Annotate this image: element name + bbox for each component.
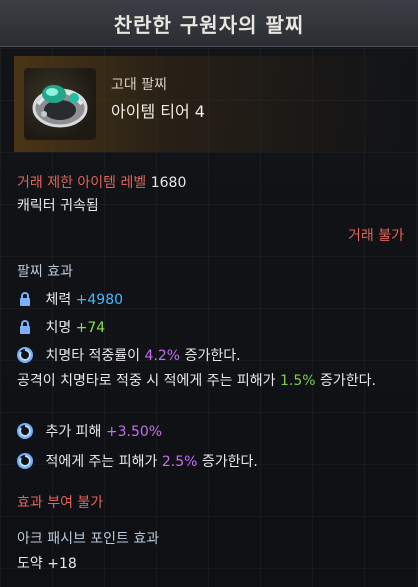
effect-damage-to-enemy: 적에게 주는 피해가 2.5% 증가한다.: [17, 451, 258, 471]
enchant-disabled: 효과 부여 불가: [17, 495, 104, 511]
effect-text: 공격이 치명타로 적중 시 적에게 주는 피해가: [17, 373, 276, 389]
bracelet-icon[interactable]: [24, 68, 96, 140]
trade-status: 거래 불가: [348, 228, 404, 244]
effect-suffix: 증가한다.: [184, 348, 241, 364]
item-header: 고대 팔찌 아이템 티어 4: [14, 56, 410, 152]
stat-row-vitality: 체력 +4980: [17, 289, 123, 309]
item-tooltip: 찬란한 구원자의 팔찌 고대 팔찌 아이템 티어 4 거래 제한 아이템 레벨 …: [0, 0, 418, 587]
lock-icon: [17, 319, 33, 335]
effect-extra-damage: 추가 피해 +3.50%: [17, 421, 162, 441]
effect-value: 4.2%: [144, 348, 181, 364]
trade-level-value: 1680: [150, 175, 187, 191]
effect-suffix: 증가한다.: [320, 373, 377, 389]
effect-text: 치명타 적중률이: [45, 348, 141, 364]
effect-value: 1.5%: [280, 373, 316, 389]
lock-icon: [17, 291, 33, 307]
effect-value: +3.50%: [105, 424, 163, 440]
trade-level-row: 거래 제한 아이템 레벨 1680: [17, 172, 186, 192]
effect-value: 2.5%: [161, 454, 198, 470]
item-tier: 아이템 티어 4: [111, 102, 205, 121]
effect-suffix: 증가한다.: [201, 454, 258, 470]
item-title: 찬란한 구원자의 팔찌: [113, 12, 305, 37]
bound-status: 캐릭터 귀속됨: [17, 198, 99, 214]
trade-level-label: 거래 제한 아이템 레벨: [17, 175, 147, 191]
effect-text: 추가 피해: [45, 424, 102, 440]
swirl-icon: [17, 423, 33, 439]
stat-row-crit: 치명 +74: [17, 317, 105, 337]
item-grade: 고대 팔찌: [111, 77, 167, 93]
stat-value: +74: [75, 320, 106, 336]
effect-crit-damage: 공격이 치명타로 적중 시 적에게 주는 피해가 1.5% 증가한다.: [17, 371, 407, 392]
ark-passive-heading: 아크 패시브 포인트 효과: [17, 531, 160, 547]
stat-name: 치명: [45, 320, 72, 336]
effects-heading: 팔찌 효과: [17, 264, 73, 280]
effect-crit-rate: 치명타 적중률이 4.2% 증가한다.: [17, 345, 241, 365]
title-bar: 찬란한 구원자의 팔찌: [0, 0, 418, 47]
effect-text: 적에게 주는 피해가: [45, 454, 158, 470]
stat-value: +4980: [75, 292, 124, 308]
ark-passive-line: 도약 +18: [17, 556, 77, 572]
stat-name: 체력: [45, 292, 72, 308]
swirl-icon: [17, 453, 33, 469]
swirl-icon: [17, 347, 33, 363]
